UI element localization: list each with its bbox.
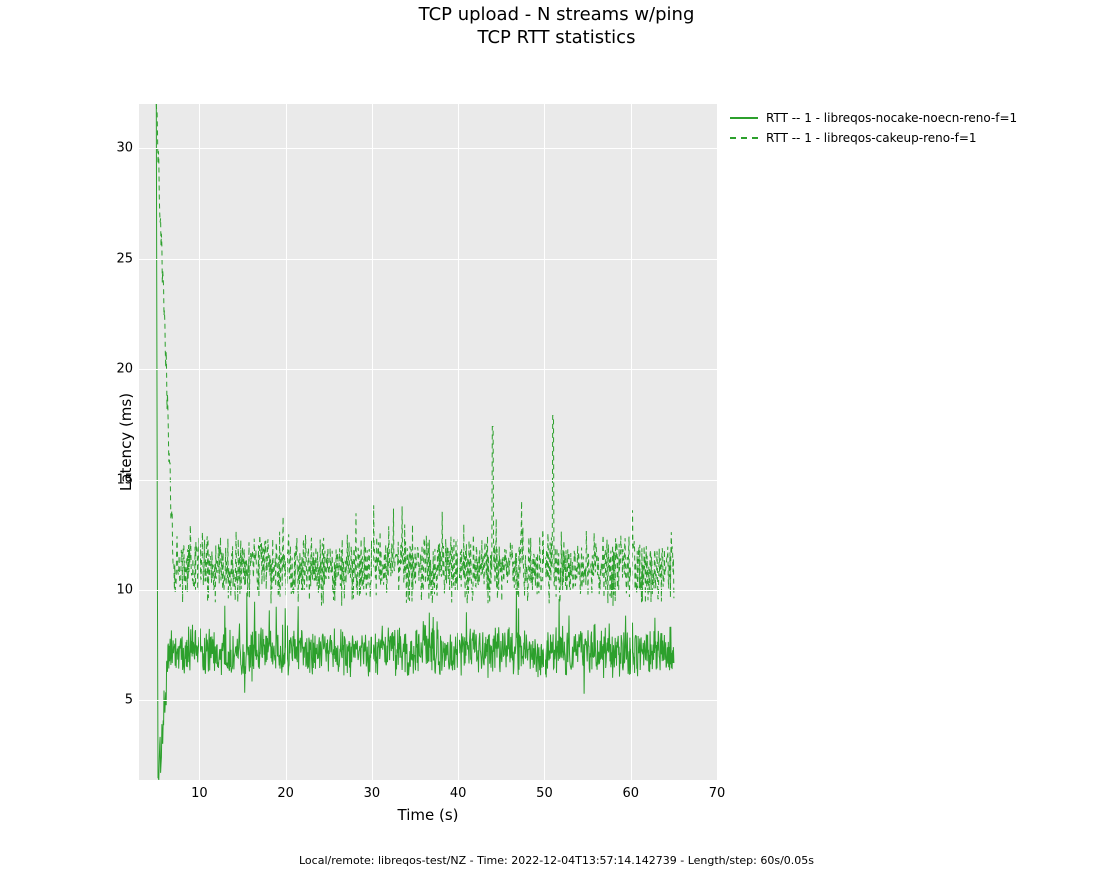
- legend-item-0: RTT -- 1 - libreqos-nocake-noecn-reno-f=…: [730, 108, 1017, 128]
- y-tick-label: 10: [111, 583, 133, 598]
- x-tick-label: 70: [709, 786, 726, 801]
- gridline-h: [139, 148, 717, 149]
- y-axis-label: Latency (ms): [117, 393, 135, 491]
- gridline-h: [139, 259, 717, 260]
- legend: RTT -- 1 - libreqos-nocake-noecn-reno-f=…: [730, 108, 1017, 148]
- x-tick-label: 30: [364, 786, 381, 801]
- series-1-line: [156, 104, 674, 606]
- legend-label: RTT -- 1 - libreqos-cakeup-reno-f=1: [766, 131, 977, 145]
- gridline-v: [544, 104, 545, 780]
- legend-swatch-solid: [730, 117, 758, 119]
- chart-title: TCP upload - N streams w/ping: [419, 4, 695, 25]
- y-tick-label: 5: [111, 693, 133, 708]
- gridline-v: [458, 104, 459, 780]
- plot-area: [139, 104, 717, 780]
- chart-subtitle: TCP RTT statistics: [0, 27, 1113, 50]
- legend-swatch-dashed: [730, 137, 758, 139]
- gridline-v: [631, 104, 632, 780]
- x-tick-label: 60: [622, 786, 639, 801]
- series-0-line: [156, 104, 674, 780]
- gridline-v: [286, 104, 287, 780]
- chart-page: TCP upload - N streams w/ping TCP RTT st…: [0, 0, 1113, 877]
- legend-label: RTT -- 1 - libreqos-nocake-noecn-reno-f=…: [766, 111, 1017, 125]
- y-tick-label: 20: [111, 362, 133, 377]
- x-tick-label: 50: [536, 786, 553, 801]
- gridline-v: [199, 104, 200, 780]
- gridline-h: [139, 590, 717, 591]
- gridline-h: [139, 700, 717, 701]
- title-block: TCP upload - N streams w/ping TCP RTT st…: [0, 4, 1113, 49]
- x-tick-label: 20: [277, 786, 294, 801]
- x-tick-label: 40: [450, 786, 467, 801]
- gridline-v: [372, 104, 373, 780]
- x-axis-label: Time (s): [398, 806, 459, 824]
- gridline-h: [139, 480, 717, 481]
- y-tick-label: 25: [111, 251, 133, 266]
- y-tick-label: 30: [111, 141, 133, 156]
- x-tick-label: 10: [191, 786, 208, 801]
- footer-text: Local/remote: libreqos-test/NZ - Time: 2…: [0, 854, 1113, 867]
- legend-item-1: RTT -- 1 - libreqos-cakeup-reno-f=1: [730, 128, 1017, 148]
- gridline-h: [139, 369, 717, 370]
- gridline-v: [717, 104, 718, 780]
